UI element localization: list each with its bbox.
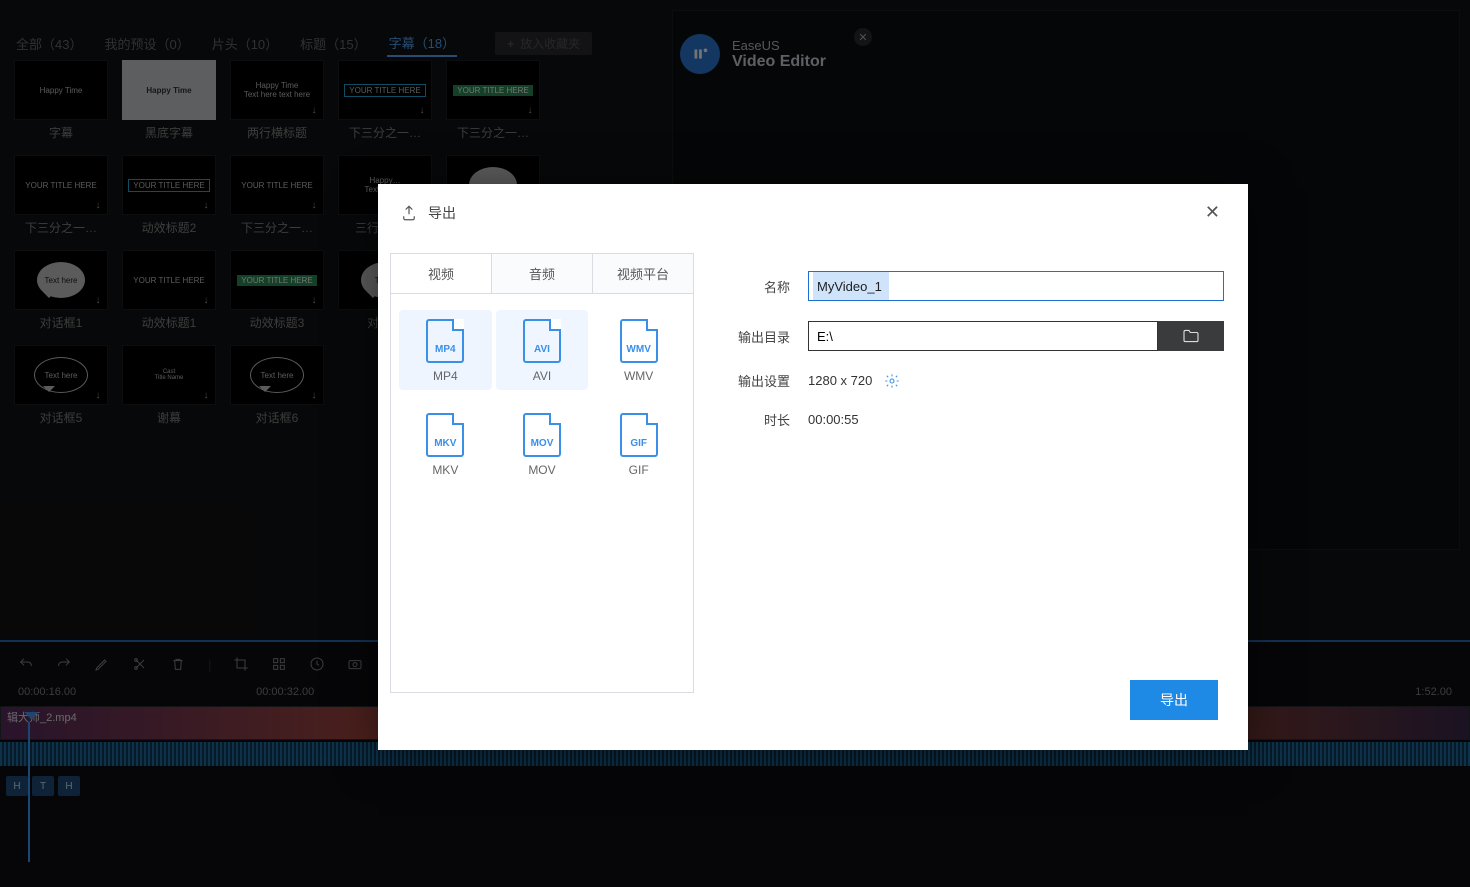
duration-label: 时长 [726, 410, 790, 429]
export-dialog: 导出 ✕ 视频 音频 视频平台 MP4 MP4 AVI AVI WMV [378, 184, 1248, 750]
duration-value: 00:00:55 [808, 412, 859, 427]
format-label: GIF [629, 463, 649, 477]
folder-icon [1182, 329, 1200, 343]
file-icon: MKV [426, 413, 464, 457]
format-label: AVI [533, 369, 551, 383]
resolution-value: 1280 x 720 [808, 373, 872, 388]
format-option-mp4[interactable]: MP4 MP4 [399, 310, 492, 390]
file-icon: MP4 [426, 319, 464, 363]
format-label: MP4 [433, 369, 458, 383]
settings-gear-icon[interactable] [884, 373, 900, 389]
dialog-title: 导出 [428, 203, 456, 223]
file-icon: GIF [620, 413, 658, 457]
format-grid: MP4 MP4 AVI AVI WMV WMV MKV MKV MOV MO [390, 293, 694, 693]
file-icon: WMV [620, 319, 658, 363]
file-icon: MOV [523, 413, 561, 457]
outdir-label: 输出目录 [726, 327, 790, 346]
browse-button[interactable] [1158, 321, 1224, 351]
export-form: 名称 输出目录 输出设置 1280 x 720 [726, 253, 1224, 693]
format-label: WMV [624, 369, 653, 383]
outdir-input[interactable] [808, 321, 1158, 351]
tab-audio[interactable]: 音频 [492, 253, 593, 293]
format-option-avi[interactable]: AVI AVI [496, 310, 589, 390]
export-button[interactable]: 导出 [1130, 680, 1218, 720]
format-option-mov[interactable]: MOV MOV [496, 404, 589, 484]
format-option-wmv[interactable]: WMV WMV [592, 310, 685, 390]
settings-label: 输出设置 [726, 371, 790, 390]
format-option-gif[interactable]: GIF GIF [592, 404, 685, 484]
format-panel: 视频 音频 视频平台 MP4 MP4 AVI AVI WMV WMV MK [390, 253, 694, 693]
name-label: 名称 [726, 277, 790, 296]
file-icon: AVI [523, 319, 561, 363]
format-label: MKV [432, 463, 458, 477]
export-icon [400, 204, 418, 222]
close-button[interactable]: ✕ [1199, 198, 1226, 227]
format-label: MOV [528, 463, 555, 477]
name-input[interactable] [808, 271, 1224, 301]
format-tab-bar: 视频 音频 视频平台 [390, 253, 694, 293]
dialog-header: 导出 ✕ [378, 184, 1248, 233]
tab-platform[interactable]: 视频平台 [593, 253, 694, 293]
format-option-mkv[interactable]: MKV MKV [399, 404, 492, 484]
tab-video[interactable]: 视频 [390, 253, 492, 293]
